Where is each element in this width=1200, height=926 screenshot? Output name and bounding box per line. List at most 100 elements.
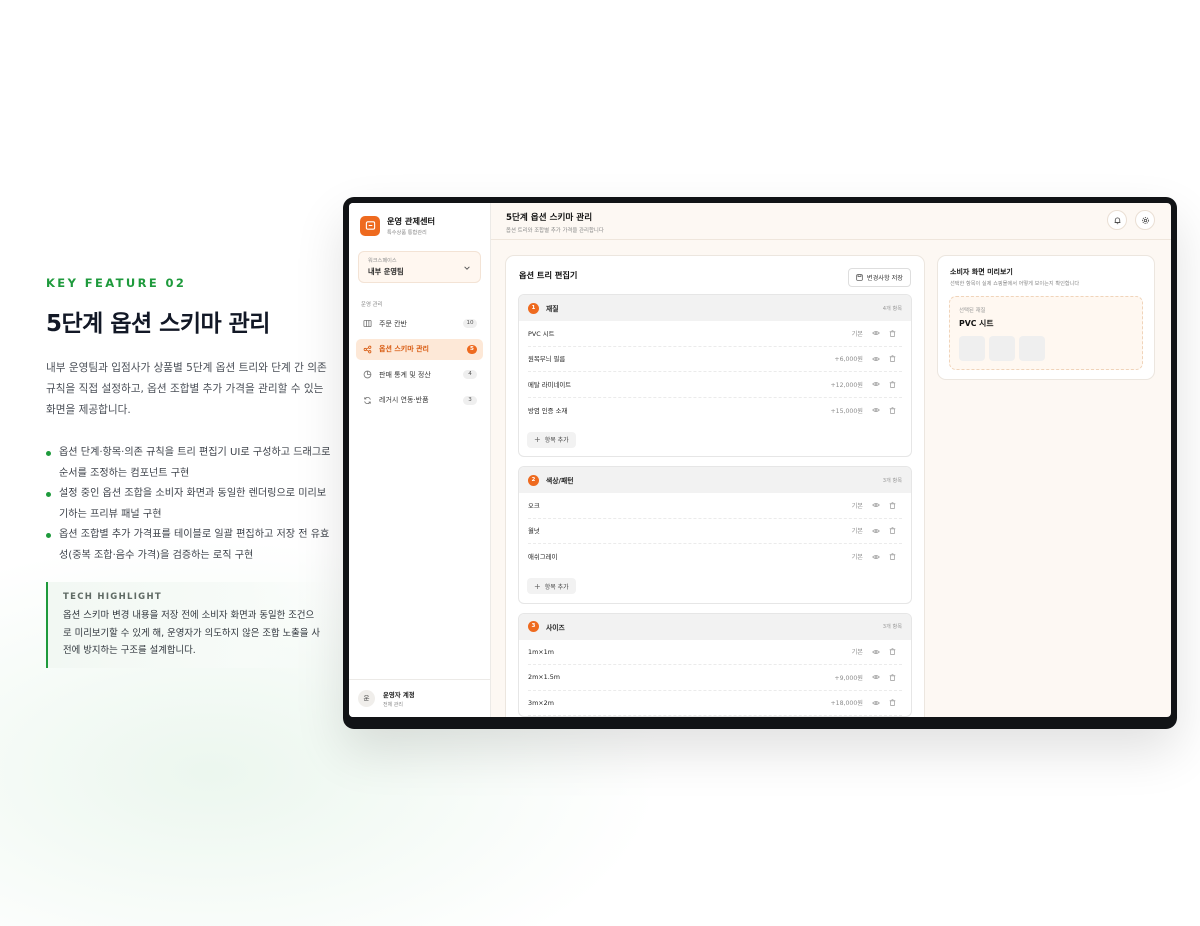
option-row[interactable]: 2m×1.5m +9,000원 (528, 665, 902, 691)
brand-sub: 특수상품 통합관리 (387, 230, 427, 236)
trash-icon[interactable] (889, 553, 896, 561)
option-group-header[interactable]: 3 사이즈 3개 항목 (519, 613, 911, 640)
sidebar-item-label: 옵션 스키마 관리 (379, 345, 429, 353)
option-group-header[interactable]: 2 색상/패턴 3개 항목 (519, 467, 911, 493)
option-group-name: 사이즈 (546, 623, 565, 632)
option-group-header[interactable]: 1 재질 4개 항목 (519, 295, 911, 321)
option-row[interactable]: 오크 기본 (528, 493, 902, 519)
option-name: 애쉬그레이 (528, 553, 558, 562)
preview-thumbnail[interactable] (989, 336, 1015, 361)
option-name: 오크 (528, 501, 540, 510)
feature-bullet: 옵션 단계·항목·의존 규칙을 트리 편집기 UI로 구성하고 드래그로 순서를… (46, 443, 331, 484)
app-screen: 운영 관제센터 특수상품 통합관리 워크스페이스 내부 운영팀 운영 관리 주문… (349, 203, 1171, 717)
workspace-value: 내부 운영팀 (368, 267, 404, 276)
option-group-name: 색상/패턴 (546, 477, 574, 485)
eye-icon[interactable] (872, 406, 880, 414)
sidebar-item-label: 판매 통계 및 정산 (379, 370, 431, 379)
eye-icon[interactable] (872, 501, 880, 509)
eye-icon[interactable] (872, 553, 880, 561)
step-number: 1 (528, 302, 539, 314)
feature-desc: 내부 운영팀과 입점사가 상품별 5단계 옵션 트리와 단계 간 의존 규칙을 … (46, 362, 327, 416)
eye-icon[interactable] (872, 699, 880, 707)
nav-count-badge: 3 (463, 395, 477, 405)
sidebar-item-legacy-returns[interactable]: 레거시 연동·반품 3 (356, 390, 483, 411)
trash-icon[interactable] (889, 502, 896, 509)
preview-value: PVC 시트 (959, 319, 994, 328)
eye-icon[interactable] (872, 355, 880, 363)
preview-thumbnail[interactable] (959, 336, 985, 361)
feature-bullet: 옵션 조합별 추가 가격표를 테이블로 일괄 편집하고 저장 전 유효성(중복 … (46, 525, 331, 566)
sidebar-item-option-schema[interactable]: 옵션 스키마 관리 5 (356, 338, 483, 360)
trash-icon[interactable] (889, 330, 896, 337)
feature-bullet: 설정 중인 옵션 조합을 소비자 화면과 동일한 렌더링으로 미리보기하는 프리… (46, 484, 331, 525)
tech-highlight: TECH HIGHLIGHT 옵션 스키마 변경 내용을 저장 전에 소비자 화… (46, 582, 331, 668)
option-row[interactable]: 1m×1m 기본 (528, 640, 902, 665)
gear-icon (1141, 216, 1149, 224)
eye-icon[interactable] (872, 380, 880, 388)
settings-button[interactable] (1135, 210, 1155, 230)
feature-kicker: KEY FEATURE 02 (46, 276, 187, 290)
sync-icon (364, 396, 371, 404)
sidebar-item-sales-stats[interactable]: 판매 통계 및 정산 4 (356, 364, 483, 385)
feature-bullets: 옵션 단계·항목·의존 규칙을 트리 편집기 UI로 구성하고 드래그로 순서를… (46, 443, 331, 566)
tree-icon (363, 345, 372, 353)
page-title: 5단계 옵션 스키마 관리 (506, 213, 593, 223)
eye-icon[interactable] (872, 673, 880, 681)
preview-thumbnail[interactable] (1019, 336, 1045, 361)
save-changes-button[interactable]: 변경사항 저장 (847, 268, 911, 287)
eye-icon[interactable] (872, 648, 880, 656)
user-account[interactable]: 운 운영자 계정 전체 관리 (349, 679, 490, 717)
sidebar-item-order-kanban[interactable]: 주문 칸반 10 (356, 313, 483, 334)
editor-title: 옵션 트리 편집기 (519, 270, 578, 280)
add-item-button[interactable]: + 항목 추가 (527, 578, 576, 594)
option-price: +6,000원 (834, 356, 863, 364)
option-row[interactable]: 방염 인증 소재 +15,000원 (528, 398, 902, 424)
eye-icon[interactable] (872, 527, 880, 535)
save-icon (856, 274, 863, 281)
add-item-button[interactable]: + 항목 추가 (527, 431, 576, 448)
preview-label: 선택된 재질 (959, 308, 986, 314)
preview-subtitle: 선택한 항목이 실제 쇼핑몰에서 어떻게 보이는지 확인합니다 (950, 281, 1080, 287)
eye-icon[interactable] (872, 329, 880, 337)
option-tree-editor: 옵션 트리 편집기 변경사항 저장 1 재질 4개 항목 PVC 시트 기본 원… (505, 255, 925, 717)
option-name: 원목무늬 필름 (528, 355, 566, 364)
topbar: 5단계 옵션 스키마 관리 옵션 트리와 조합별 추가 가격을 관리합니다 (491, 203, 1171, 240)
option-name: 월넛 (528, 527, 540, 536)
trash-icon[interactable] (889, 527, 896, 535)
option-price: 기본 (851, 554, 863, 562)
page-subtitle: 옵션 트리와 조합별 추가 가격을 관리합니다 (506, 228, 604, 234)
sidebar-nav: 주문 칸반 10 옵션 스키마 관리 5 판매 통계 및 정산 4 레거시 연동… (349, 313, 490, 411)
trash-icon[interactable] (889, 355, 896, 363)
workspace-select[interactable]: 워크스페이스 내부 운영팀 (358, 251, 481, 283)
device-frame: 운영 관제센터 특수상품 통합관리 워크스페이스 내부 운영팀 운영 관리 주문… (343, 197, 1177, 729)
option-group-count: 4개 항목 (882, 305, 902, 312)
option-price: 기본 (851, 528, 863, 536)
option-group: 2 색상/패턴 3개 항목 오크 기본 월넛 기본 애쉬그레이 기본 + 항목 … (518, 466, 912, 604)
trash-icon[interactable] (889, 648, 896, 656)
option-name: PVC 시트 (528, 329, 555, 338)
add-item-label: 항목 추가 (544, 437, 569, 444)
save-label: 변경사항 저장 (866, 275, 903, 282)
option-row[interactable]: PVC 시트 기본 (528, 321, 902, 347)
option-price: +18,000원 (830, 700, 863, 708)
trash-icon[interactable] (889, 407, 896, 414)
trash-icon[interactable] (889, 674, 896, 681)
step-number: 3 (528, 621, 539, 632)
brand: 운영 관제센터 특수상품 통합관리 (349, 203, 490, 248)
user-role: 전체 관리 (383, 701, 403, 708)
option-group: 3 사이즈 3개 항목 1m×1m 기본 2m×1.5m +9,000원 3m×… (518, 612, 912, 717)
main-content: 5단계 옵션 스키마 관리 옵션 트리와 조합별 추가 가격을 관리합니다 옵션… (491, 203, 1171, 717)
trash-icon[interactable] (889, 381, 896, 388)
option-row[interactable]: 애쉬그레이 기본 (528, 544, 902, 570)
option-name: 메탈 라미네이트 (528, 380, 572, 389)
notification-button[interactable] (1107, 210, 1127, 230)
option-row[interactable]: 3m×2m +18,000원 (528, 691, 902, 716)
option-group-count: 3개 항목 (882, 477, 902, 484)
option-row[interactable]: 원목무늬 필름 +6,000원 (528, 347, 902, 372)
trash-icon[interactable] (889, 699, 896, 707)
preview-title: 소비자 화면 미리보기 (950, 268, 1013, 276)
option-row[interactable]: 메탈 라미네이트 +12,000원 (528, 372, 902, 398)
option-row[interactable]: 월넛 기본 (528, 519, 902, 544)
option-group-name: 재질 (546, 305, 559, 313)
option-price: 기본 (851, 502, 863, 510)
